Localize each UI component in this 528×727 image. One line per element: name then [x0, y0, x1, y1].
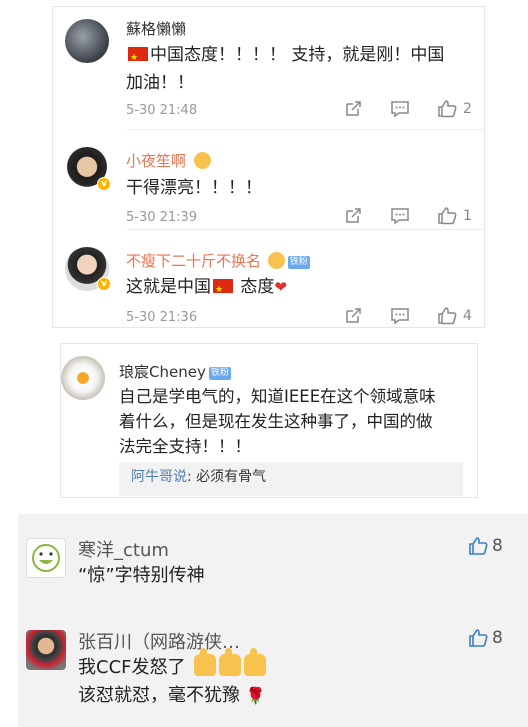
- like-button[interactable]: 2: [437, 99, 472, 118]
- reply-button[interactable]: [390, 207, 410, 225]
- share-icon: [346, 101, 361, 116]
- share-icon: [346, 208, 361, 223]
- comment-text: 中国态度！！！！ 支持，就是刚！中国 加油！！: [126, 41, 444, 97]
- post-card: 琅宸Cheney 铁粉 自己是学电气的，知道IEEE在这个领域意味 着什么，但是现…: [60, 343, 478, 498]
- thumbs-up-icon: [469, 537, 488, 555]
- verified-badge-icon: v: [97, 277, 111, 291]
- avatar[interactable]: [26, 538, 66, 578]
- like-count: 4: [463, 307, 472, 324]
- comment-item: 蘇格懶懶 中国态度！！！！ 支持，就是刚！中国 加油！！ 5-30 21:48 …: [53, 7, 484, 125]
- comment-text: “惊”字特别传神: [78, 565, 205, 586]
- like-button[interactable]: 4: [437, 306, 472, 325]
- comment-text-line: 加油！！: [126, 73, 194, 93]
- weibo-comment-card: 蘇格懶懶 中国态度！！！！ 支持，就是刚！中国 加油！！ 5-30 21:48 …: [52, 6, 485, 328]
- avatar[interactable]: [26, 630, 66, 670]
- comment-text-line: 中国态度！！！！ 支持，就是刚！中国: [150, 45, 445, 65]
- fan-badge: 铁粉: [287, 256, 310, 269]
- username-text: 不瘦下二十斤不换名: [126, 252, 262, 270]
- comment-time: 5-30 21:48: [126, 103, 198, 118]
- thumbs-up-icon: [469, 629, 488, 647]
- comment-item: v 不瘦下二十斤不换名 铁粉 这就是中国 态度❤ 5-30 21:36 4: [53, 229, 484, 329]
- avatar[interactable]: [61, 356, 105, 400]
- reply-preview[interactable]: 阿牛哥说: 必须有骨气: [119, 462, 463, 496]
- comment-text-part: 这就是中国: [126, 277, 211, 297]
- comment-username[interactable]: 不瘦下二十斤不换名 铁粉: [126, 250, 310, 271]
- like-button[interactable]: 8: [468, 628, 503, 648]
- comment-text: 我CCF发怒了 该怼就怼，毫不犹豫 🌹: [78, 648, 267, 710]
- post-text-line: 着什么，但是现在发生这种事了，中国的做: [119, 412, 433, 431]
- post-text-line: 自己是学电气的，知道IEEE在这个领域意味: [119, 387, 436, 406]
- verified-badge-icon: v: [97, 177, 111, 191]
- like-count: 1: [463, 207, 472, 224]
- thumbs-up-icon: [438, 100, 457, 118]
- comment-item: v 小夜笙啊 干得漂亮！！！！ 5-30 21:39 1: [53, 129, 484, 227]
- username-text: 琅宸Cheney: [119, 363, 206, 381]
- comment-username[interactable]: 寒洋_ctum: [78, 536, 169, 562]
- heart-icon: ❤: [274, 278, 287, 296]
- comment-username[interactable]: 蘇格懶懶: [126, 18, 186, 39]
- reply-button[interactable]: [390, 100, 410, 118]
- like-count: 2: [463, 100, 472, 117]
- china-flag-icon: [128, 44, 148, 72]
- rose-icon: 🌹: [245, 686, 266, 705]
- thumbs-up-emoji-icon: [219, 648, 242, 676]
- comment-icon: [391, 101, 409, 118]
- reply-username[interactable]: 阿牛哥说: [131, 469, 187, 485]
- grey-comment-section: 寒洋_ctum “惊”字特别传神 8 张百川（网路游侠… 我CCF发怒了 该怼就…: [18, 514, 528, 727]
- fan-badge: 铁粉: [208, 367, 231, 380]
- comment-text-line: 该怼就怼，毫不犹豫: [78, 685, 240, 706]
- post-text: 自己是学电气的，知道IEEE在这个领域意味 着什么，但是现在发生这种事了，中国的…: [119, 384, 436, 459]
- comment-text: 这就是中国 态度❤: [126, 273, 287, 304]
- comment-username[interactable]: 小夜笙啊: [126, 150, 211, 171]
- comment-text: 干得漂亮！！！！: [126, 178, 262, 198]
- like-count: 8: [492, 536, 503, 556]
- thumbs-up-icon: [438, 307, 457, 325]
- reply-text: : 必须有骨气: [187, 469, 267, 485]
- like-button[interactable]: 8: [468, 536, 503, 556]
- emoji-icon: [267, 252, 285, 269]
- share-button[interactable]: [344, 307, 362, 325]
- reply-button[interactable]: [390, 307, 410, 325]
- comment-icon: [391, 208, 409, 225]
- like-button[interactable]: 1: [437, 206, 472, 225]
- share-button[interactable]: [344, 100, 362, 118]
- comment-time: 5-30 21:36: [126, 310, 198, 325]
- post-text-line: 法完全支持！！！: [119, 437, 251, 456]
- comment-time: 5-30 21:39: [126, 210, 198, 225]
- thumbs-up-icon: [438, 207, 457, 225]
- post-username[interactable]: 琅宸Cheney 铁粉: [119, 361, 231, 382]
- comment-icon: [391, 308, 409, 325]
- share-icon: [346, 308, 361, 323]
- avatar[interactable]: [65, 19, 109, 63]
- comment-text-line: 我CCF发怒了: [78, 657, 186, 678]
- like-count: 8: [492, 628, 503, 648]
- thumbs-up-emoji-icon: [194, 648, 217, 676]
- china-flag-icon: [213, 276, 233, 304]
- username-text: 小夜笙啊: [126, 152, 187, 170]
- emoji-icon: [193, 152, 211, 169]
- share-button[interactable]: [344, 207, 362, 225]
- smiley-face-icon: [32, 544, 60, 572]
- comment-text-part: 态度: [235, 277, 275, 297]
- thumbs-up-emoji-icon: [244, 648, 267, 676]
- comment-username[interactable]: 张百川（网路游侠…: [78, 628, 240, 654]
